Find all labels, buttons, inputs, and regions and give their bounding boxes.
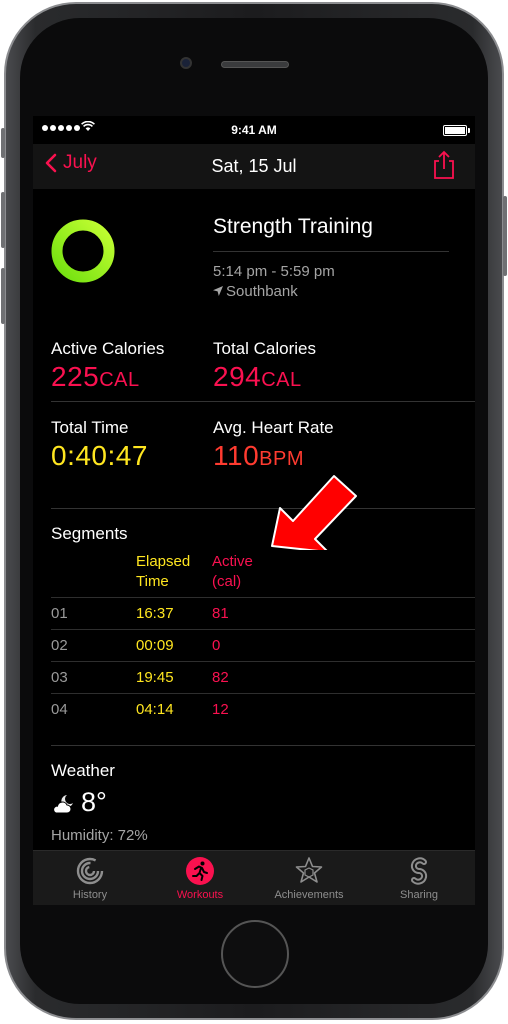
segment-number: 01: [51, 605, 68, 622]
divider: [51, 745, 475, 746]
active-calories-unit: CAL: [99, 369, 140, 391]
tab-workouts[interactable]: Workouts: [145, 851, 255, 905]
tab-achievements[interactable]: Achievements: [254, 851, 364, 905]
tab-sharing-label: Sharing: [400, 889, 438, 901]
segment-number: 04: [51, 701, 68, 718]
segments-header-elapsed-line1: Elapsed: [136, 553, 191, 570]
total-time-value: 0:40:47: [51, 440, 148, 471]
power-button: [503, 196, 507, 276]
weather-title: Weather: [51, 761, 115, 780]
segments-header-elapsed-line2: Time: [136, 573, 169, 590]
workout-time-range: 5:14 pm - 5:59 pm: [213, 263, 335, 280]
active-calories-value: 225CAL: [51, 361, 140, 393]
star-badge-icon: [295, 857, 323, 883]
weather-humidity: Humidity: 72%: [51, 827, 148, 844]
avg-heart-rate-number: 110: [213, 440, 260, 471]
tab-sharing[interactable]: Sharing: [364, 851, 474, 905]
workout-location: Southbank: [213, 283, 298, 300]
workout-location-label: Southbank: [226, 283, 298, 300]
segment-elapsed-time: 16:37: [136, 605, 174, 622]
tab-history-label: History: [72, 889, 108, 901]
table-row: 01 16:37 81: [51, 597, 475, 629]
segments-header-active-line1: Active: [212, 553, 253, 570]
segments-header-elapsed: Elapsed Time: [136, 552, 190, 592]
divider: [213, 251, 449, 252]
avg-heart-rate-unit: BPM: [259, 448, 304, 470]
segment-elapsed-time: 00:09: [136, 637, 174, 654]
mute-switch: [1, 128, 5, 158]
total-calories-value: 294CAL: [213, 361, 302, 393]
segment-number: 02: [51, 637, 68, 654]
activity-ring-icon: [51, 219, 115, 283]
earpiece-speaker: [221, 61, 289, 68]
segment-elapsed-time: 19:45: [136, 669, 174, 686]
battery-icon: [443, 125, 467, 136]
annotation-arrow-icon: [271, 475, 357, 550]
divider: [51, 401, 475, 402]
navigation-bar: July Sat, 15 Jul: [33, 144, 475, 189]
avg-heart-rate-label: Avg. Heart Rate: [213, 418, 334, 437]
page-title: Sat, 15 Jul: [211, 156, 297, 176]
home-button[interactable]: [221, 920, 289, 988]
battery-nub: [468, 128, 470, 133]
total-calories-number: 294: [213, 361, 262, 392]
workout-title: Strength Training: [213, 215, 373, 238]
tab-history[interactable]: History: [35, 851, 145, 905]
table-row: 02 00:09 0: [51, 629, 475, 661]
table-row: 03 19:45 82: [51, 661, 475, 693]
location-arrow-icon: [213, 286, 223, 296]
total-time-label: Total Time: [51, 418, 129, 437]
volume-down-button: [1, 268, 5, 324]
segment-number: 03: [51, 669, 68, 686]
table-row: 04 04:14 12: [51, 693, 475, 725]
history-rings-icon: [76, 857, 104, 885]
segment-active-cal: 81: [212, 605, 229, 622]
total-calories-unit: CAL: [261, 369, 302, 391]
segments-header-active: Active (cal): [212, 552, 253, 592]
total-calories-label: Total Calories: [213, 339, 316, 358]
screen: 9:41 AM July Sat, 15 Jul Strength Traini…: [33, 116, 475, 905]
weather-temperature: 8°: [81, 787, 107, 817]
active-calories-number: 225: [51, 361, 100, 392]
segment-elapsed-time: 04:14: [136, 701, 174, 718]
segments-header-active-line2: (cal): [212, 573, 242, 590]
segment-active-cal: 12: [212, 701, 229, 718]
segment-active-cal: 82: [212, 669, 229, 686]
share-icon[interactable]: [432, 150, 456, 180]
segments-title: Segments: [51, 524, 128, 543]
divider: [51, 508, 475, 509]
front-camera: [180, 57, 192, 69]
status-time: 9:41 AM: [231, 123, 277, 137]
volume-up-button: [1, 192, 5, 248]
tab-bar: History Workouts Achievements Sharing: [33, 850, 475, 905]
running-figure-icon: [186, 857, 214, 885]
sharing-s-icon: [410, 857, 428, 885]
tab-workouts-label: Workouts: [176, 889, 224, 901]
status-bar: 9:41 AM: [33, 116, 475, 144]
segment-active-cal: 0: [212, 637, 221, 654]
active-calories-label: Active Calories: [51, 339, 165, 358]
tab-achievements-label: Achievements: [274, 889, 344, 901]
partly-cloudy-night-icon: [53, 795, 73, 814]
avg-heart-rate-value: 110BPM: [213, 440, 304, 472]
